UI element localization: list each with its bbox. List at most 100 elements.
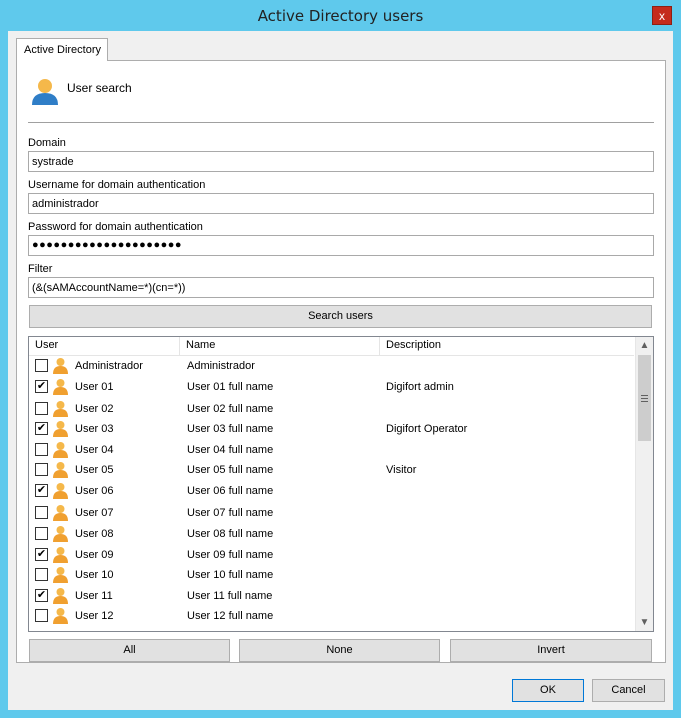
cell-user: User 09 bbox=[75, 549, 114, 561]
list-item[interactable]: ✔ User 09 User 09 full name bbox=[29, 545, 634, 566]
user-icon bbox=[53, 505, 68, 521]
vertical-scrollbar[interactable]: ▲ ▼ bbox=[635, 337, 653, 631]
cell-user: User 03 bbox=[75, 423, 114, 435]
cell-name: User 08 full name bbox=[187, 528, 274, 540]
row-checkbox[interactable] bbox=[35, 506, 48, 519]
row-checkbox[interactable]: ✔ bbox=[35, 548, 48, 561]
row-checkbox[interactable] bbox=[35, 609, 48, 622]
username-label: Username for domain authentication bbox=[28, 179, 206, 191]
row-checkbox[interactable]: ✔ bbox=[35, 589, 48, 602]
close-button[interactable]: x bbox=[652, 6, 672, 25]
scroll-thumb[interactable] bbox=[638, 355, 651, 441]
cell-description: Digifort Operator bbox=[386, 423, 468, 435]
cell-name: User 01 full name bbox=[187, 381, 274, 393]
password-label: Password for domain authentication bbox=[28, 221, 203, 233]
column-header-description[interactable]: Description bbox=[380, 339, 441, 355]
tab-panel: User search Domain Username for domain a… bbox=[16, 60, 666, 663]
cell-user: User 07 bbox=[75, 507, 114, 519]
list-item[interactable]: Administrador Administrador bbox=[29, 356, 634, 377]
user-icon bbox=[53, 547, 68, 563]
cell-description: Digifort admin bbox=[386, 381, 454, 393]
cell-user: User 04 bbox=[75, 444, 114, 456]
app-window: Active Directory users x Active Director… bbox=[0, 0, 681, 718]
cell-user: User 01 bbox=[75, 381, 114, 393]
cell-user: User 11 bbox=[75, 590, 113, 602]
cell-user: User 06 bbox=[75, 485, 114, 497]
list-item[interactable]: User 12 User 12 full name bbox=[29, 606, 634, 627]
row-checkbox[interactable] bbox=[35, 463, 48, 476]
cell-description: Visitor bbox=[386, 464, 417, 476]
dialog-body: Active Directory User search Domain User… bbox=[8, 31, 673, 710]
cell-name: User 09 full name bbox=[187, 549, 274, 561]
column-header-user[interactable]: User bbox=[29, 339, 58, 355]
chevron-down-icon[interactable]: ▼ bbox=[636, 614, 653, 631]
cell-name: Administrador bbox=[187, 360, 255, 372]
cancel-button[interactable]: Cancel bbox=[592, 679, 665, 702]
header-label: User search bbox=[67, 81, 132, 95]
list-item[interactable]: User 08 User 08 full name bbox=[29, 524, 634, 545]
user-icon bbox=[53, 421, 68, 437]
cell-name: User 05 full name bbox=[187, 464, 274, 476]
username-input[interactable] bbox=[28, 193, 654, 214]
list-item[interactable]: User 04 User 04 full name bbox=[29, 440, 634, 461]
title-bar[interactable]: Active Directory users x bbox=[0, 0, 681, 32]
row-checkbox[interactable] bbox=[35, 527, 48, 540]
list-item[interactable]: User 07 User 07 full name bbox=[29, 503, 634, 524]
user-icon bbox=[53, 379, 68, 395]
cell-name: User 11 full name bbox=[187, 590, 273, 602]
filter-label: Filter bbox=[28, 263, 53, 275]
search-users-button[interactable]: Search users bbox=[29, 305, 652, 328]
users-list[interactable]: User Name Description Administrador Admin… bbox=[28, 336, 654, 632]
user-icon bbox=[53, 483, 68, 499]
column-header-name[interactable]: Name bbox=[180, 339, 215, 355]
list-item[interactable]: User 10 User 10 full name bbox=[29, 565, 634, 586]
cell-name: User 12 full name bbox=[187, 610, 274, 622]
user-icon bbox=[53, 462, 68, 478]
separator bbox=[28, 122, 654, 123]
grip-line bbox=[641, 395, 648, 396]
row-checkbox[interactable]: ✔ bbox=[35, 484, 48, 497]
domain-input[interactable] bbox=[28, 151, 654, 172]
cell-name: User 07 full name bbox=[187, 507, 274, 519]
row-checkbox[interactable] bbox=[35, 443, 48, 456]
row-checkbox[interactable] bbox=[35, 402, 48, 415]
tab-active-directory[interactable]: Active Directory bbox=[16, 38, 108, 61]
list-item[interactable]: ✔ User 01 User 01 full name Digifort admin bbox=[29, 377, 634, 398]
chevron-up-icon[interactable]: ▲ bbox=[636, 337, 653, 354]
user-icon bbox=[53, 608, 68, 624]
invert-selection-button[interactable]: Invert bbox=[450, 639, 652, 662]
row-checkbox[interactable] bbox=[35, 359, 48, 372]
list-item[interactable]: User 05 User 05 full name Visitor bbox=[29, 460, 634, 481]
user-icon bbox=[53, 442, 68, 458]
select-all-button[interactable]: All bbox=[29, 639, 230, 662]
list-item[interactable]: ✔ User 06 User 06 full name bbox=[29, 481, 634, 502]
domain-label: Domain bbox=[28, 137, 66, 149]
row-checkbox[interactable]: ✔ bbox=[35, 422, 48, 435]
cell-name: User 06 full name bbox=[187, 485, 274, 497]
list-header: User Name Description bbox=[29, 337, 634, 356]
cell-user: User 10 bbox=[75, 569, 114, 581]
cell-user: User 02 bbox=[75, 403, 114, 415]
user-icon bbox=[53, 526, 68, 542]
cell-name: User 03 full name bbox=[187, 423, 274, 435]
list-item[interactable]: User 02 User 02 full name bbox=[29, 399, 634, 420]
row-checkbox[interactable] bbox=[35, 568, 48, 581]
cell-name: User 10 full name bbox=[187, 569, 274, 581]
cell-name: User 02 full name bbox=[187, 403, 274, 415]
filter-input[interactable] bbox=[28, 277, 654, 298]
user-search-icon bbox=[32, 79, 58, 105]
grip-line bbox=[641, 398, 648, 399]
user-icon bbox=[53, 401, 68, 417]
user-icon bbox=[53, 358, 68, 374]
user-icon bbox=[53, 588, 68, 604]
cell-user: User 08 bbox=[75, 528, 114, 540]
row-checkbox[interactable]: ✔ bbox=[35, 380, 48, 393]
password-input[interactable]: ●●●●●●●●●●●●●●●●●●●●● bbox=[28, 235, 654, 256]
list-item[interactable]: ✔ User 11 User 11 full name bbox=[29, 586, 634, 607]
list-item[interactable]: ✔ User 03 User 03 full name Digifort Operat… bbox=[29, 419, 634, 440]
grip-line bbox=[641, 401, 648, 402]
select-none-button[interactable]: None bbox=[239, 639, 440, 662]
window-title: Active Directory users bbox=[257, 7, 424, 25]
ok-button[interactable]: OK bbox=[512, 679, 584, 702]
cell-user: User 12 bbox=[75, 610, 114, 622]
